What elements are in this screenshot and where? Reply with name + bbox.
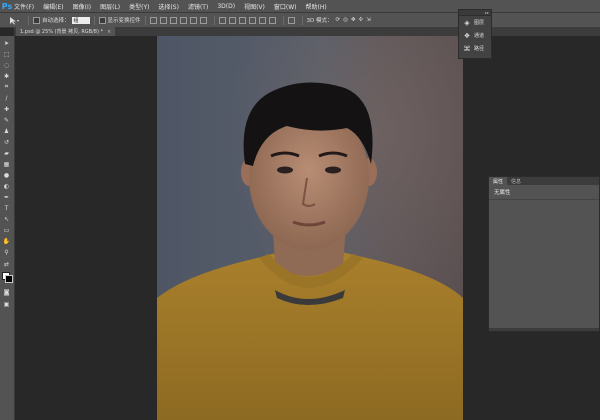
channels-icon: ❖ (463, 31, 471, 40)
distribute-vcenter-icon[interactable] (228, 16, 236, 24)
stamp-icon[interactable]: ♟ (2, 127, 11, 135)
properties-body: 无属性 (489, 185, 599, 200)
menu-help[interactable]: 帮助(H) (306, 2, 327, 11)
brush-icon[interactable]: ✎ (2, 116, 11, 124)
healing-icon[interactable]: ✚ (2, 105, 11, 113)
lasso-icon[interactable]: ◌ (2, 61, 11, 69)
auto-select-checkbox[interactable] (33, 16, 40, 24)
tools-panel: ➤ ⬚ ◌ ✱ ⌗ ∕ ✚ ✎ ♟ ↺ ▰ ▦ ● ◐ ✒ T ↖ ▭ ✋ ⚲ … (0, 36, 15, 420)
3d-rotate-icon[interactable]: ⟳ (336, 17, 341, 23)
channels-label: 通道 (474, 33, 485, 39)
portrait-photo (157, 36, 463, 420)
menu-file[interactable]: 文件(F) (14, 2, 34, 11)
blur-icon[interactable]: ● (2, 171, 11, 179)
panel-resize-handle[interactable] (489, 328, 599, 331)
align-top-icon[interactable] (149, 16, 157, 24)
auto-select-dropdown[interactable]: 组 (71, 16, 90, 24)
separator (144, 15, 146, 25)
background-color-swatch[interactable] (5, 275, 13, 283)
pen-icon[interactable]: ✒ (2, 193, 11, 201)
auto-select-label: 自动选择： (42, 18, 70, 24)
distribute-hcenter-icon[interactable] (258, 16, 266, 24)
menu-layer[interactable]: 图层(L) (100, 2, 120, 11)
menu-3d[interactable]: 3D(D) (217, 3, 235, 10)
document-tab[interactable]: 1.psd @ 25% (背景 拷贝, RGB/8) * × (16, 27, 116, 36)
menu-select[interactable]: 选择(S) (158, 2, 179, 11)
align-vcenter-icon[interactable] (159, 16, 167, 24)
magic-wand-icon[interactable]: ✱ (2, 72, 11, 80)
menu-edit[interactable]: 编辑(E) (43, 2, 63, 11)
menu-window[interactable]: 窗口(W) (274, 2, 297, 11)
properties-tabs: 属性 信息 (489, 177, 599, 185)
align-right-icon[interactable] (199, 16, 207, 24)
eyedropper-icon[interactable]: ∕ (2, 94, 11, 102)
tab-info[interactable]: 信息 (507, 177, 525, 185)
menu-view[interactable]: 视图(V) (244, 2, 265, 11)
auto-align-icon[interactable] (287, 16, 295, 24)
transform-controls-label: 显示变换控件 (107, 18, 141, 24)
layers-panel-button[interactable]: ◈ 图层 (459, 16, 491, 29)
shape-icon[interactable]: ▭ (2, 226, 11, 234)
distribute-right-icon[interactable] (268, 16, 276, 24)
move-icon (10, 16, 19, 24)
quick-mask-icon[interactable]: ◙ (2, 288, 11, 296)
separator (213, 15, 215, 25)
align-bottom-icon[interactable] (169, 16, 177, 24)
menu-type[interactable]: 类型(Y) (129, 2, 149, 11)
separator (282, 15, 284, 25)
distribute-left-icon[interactable] (248, 16, 256, 24)
tool-preset-picker[interactable] (4, 14, 24, 26)
move-icon[interactable]: ➤ (2, 39, 11, 47)
separator (28, 15, 29, 25)
3d-slide-icon[interactable]: ✣ (359, 17, 364, 23)
layers-label: 图层 (474, 20, 485, 26)
close-icon[interactable]: × (107, 29, 111, 35)
document-tab-bar: 1.psd @ 25% (背景 拷贝, RGB/8) * × (14, 27, 600, 36)
align-hcenter-icon[interactable] (189, 16, 197, 24)
menu-image[interactable]: 图像(I) (73, 2, 91, 11)
document-canvas[interactable] (157, 36, 463, 420)
distribute-bottom-icon[interactable] (238, 16, 246, 24)
history-brush-icon[interactable]: ↺ (2, 138, 11, 146)
marquee-icon[interactable]: ⬚ (2, 50, 11, 58)
channels-panel-button[interactable]: ❖ 通道 (459, 29, 491, 42)
screen-mode-icon[interactable]: ▣ (2, 300, 11, 308)
paths-label: 路径 (474, 46, 485, 52)
zoom-icon[interactable]: ⚲ (2, 248, 11, 256)
menu-filter[interactable]: 滤镜(T) (188, 2, 208, 11)
paths-panel-button[interactable]: ⌘ 路径 (459, 42, 491, 55)
3d-mode-label: 3D 模式： (306, 18, 333, 24)
collapsed-panels: ▸▸ ◈ 图层 ❖ 通道 ⌘ 路径 (458, 9, 492, 59)
distribute-top-icon[interactable] (218, 16, 226, 24)
3d-roll-icon[interactable]: ◎ (343, 17, 348, 23)
hand-icon[interactable]: ✋ (2, 237, 11, 245)
dodge-icon[interactable]: ◐ (2, 182, 11, 190)
separator (93, 15, 95, 25)
3d-scale-icon[interactable]: ⇲ (366, 17, 371, 23)
align-left-icon[interactable] (179, 16, 187, 24)
transform-controls-checkbox[interactable] (98, 16, 106, 24)
document-tab-title: 1.psd @ 25% (背景 拷贝, RGB/8) * (20, 29, 104, 35)
type-icon[interactable]: T (2, 204, 11, 212)
3d-pan-icon[interactable]: ✥ (351, 17, 356, 23)
color-swap-icon[interactable]: ⇄ (2, 260, 11, 268)
layers-icon: ◈ (464, 18, 470, 27)
crop-icon[interactable]: ⌗ (2, 83, 11, 91)
gradient-icon[interactable]: ▦ (2, 160, 11, 168)
menu-bar: Ps 文件(F) 编辑(E) 图像(I) 图层(L) 类型(Y) 选择(S) 滤… (0, 0, 600, 12)
separator (301, 15, 303, 25)
options-bar: 自动选择： 组 显示变换控件 3D 模式： ⟳ ◎ ✥ ✣ ⇲ (0, 12, 600, 28)
eraser-icon[interactable]: ▰ (2, 149, 11, 157)
properties-panel: 属性 信息 无属性 (488, 176, 600, 332)
paths-icon: ⌘ (463, 44, 471, 53)
app-logo: Ps (1, 1, 13, 11)
path-select-icon[interactable]: ↖ (2, 215, 11, 223)
tab-properties[interactable]: 属性 (489, 177, 508, 185)
